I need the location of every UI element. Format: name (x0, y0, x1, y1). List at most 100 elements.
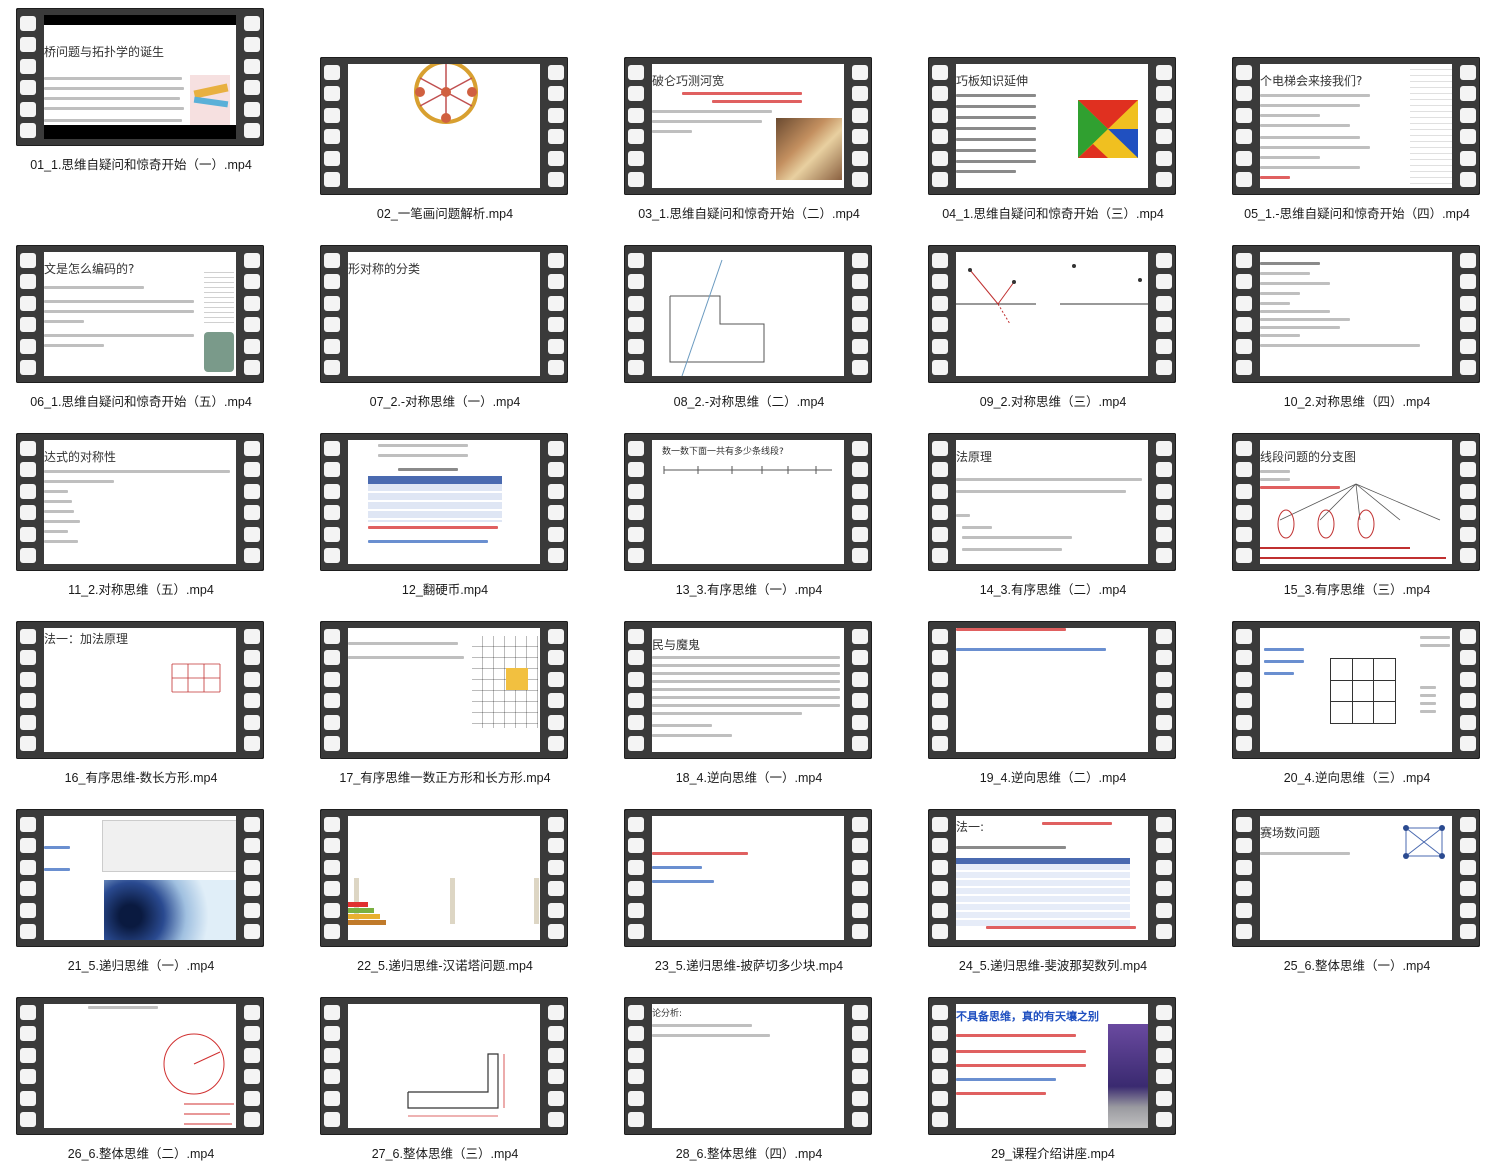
video-file-tile[interactable]: 巧板知识延伸 04_1.思维自疑问和惊奇开始（三）.mp4 (928, 57, 1178, 229)
file-name: 23_5.递归思维-披萨切多少块.mp4 (654, 959, 844, 973)
video-preview-frame (44, 1004, 236, 1128)
film-strip-thumbnail: 达式的对称性 (16, 433, 264, 571)
video-file-tile[interactable]: 法一：加法原理 16_有序思维-数长方形.mp4 (16, 621, 266, 793)
file-thumbnail-grid: 桥问题与拓扑学的诞生 01_1.思维自疑问和惊奇开始（一）.mp4 02_一笔画… (0, 0, 1499, 1175)
video-file-tile[interactable]: 法一: 24_5.递归思维-斐波那契数列.mp4 (928, 809, 1178, 981)
slide-title: 赛场数问题 (1260, 826, 1321, 840)
video-preview-frame: 赛场数问题 (1260, 816, 1452, 940)
video-preview-frame: 破仑巧测河宽 (652, 64, 844, 188)
video-file-tile[interactable]: 个电梯会来接我们? 05_1.-思维自疑问和惊奇开始（四）.mp4 (1232, 57, 1482, 229)
video-preview-frame: 文是怎么编码的? (44, 252, 236, 376)
film-strip-thumbnail: 赛场数问题 (1232, 809, 1480, 947)
slide-title: 破仑巧测河宽 (652, 74, 725, 88)
video-file-tile[interactable]: 17_有序思维一数正方形和长方形.mp4 (320, 621, 570, 793)
video-preview-frame (652, 816, 844, 940)
network-icon (1403, 825, 1445, 859)
video-file-tile[interactable]: 20_4.逆向思维（三）.mp4 (1232, 621, 1482, 793)
film-strip-thumbnail (320, 433, 568, 571)
file-name: 22_5.递归思维-汉诺塔问题.mp4 (357, 959, 533, 973)
video-file-tile[interactable]: 法原理 14_3.有序思维（二）.mp4 (928, 433, 1178, 605)
segment-line-icon (663, 466, 832, 474)
video-file-tile[interactable]: 线段问题的分支图 15_3.有序思维（三）.mp4 (1232, 433, 1482, 605)
video-file-tile[interactable]: 21_5.递归思维（一）.mp4 (16, 809, 266, 981)
slide-title: 达式的对称性 (44, 450, 117, 464)
slide-title: 不具备思维，真的有天壤之别 (956, 1010, 1099, 1023)
video-preview-frame (1260, 628, 1452, 752)
video-preview-frame: 形对称的分类 (348, 252, 540, 376)
video-preview-frame: 桥问题与拓扑学的诞生 (44, 15, 236, 139)
film-strip-thumbnail: 破仑巧测河宽 (624, 57, 872, 195)
hanoi-tower-icon (348, 878, 539, 925)
film-strip-thumbnail (928, 245, 1176, 383)
film-strip-thumbnail (320, 621, 568, 759)
film-strip-thumbnail: 民与魔鬼 (624, 621, 872, 759)
video-file-tile[interactable]: 27_6.整体思维（三）.mp4 (320, 997, 570, 1169)
film-strip-thumbnail (1232, 621, 1480, 759)
video-preview-frame: 论分析: (652, 1004, 844, 1128)
film-strip-thumbnail: 论分析: (624, 997, 872, 1135)
film-strip-thumbnail: 法一: (928, 809, 1176, 947)
film-strip-thumbnail: 巧板知识延伸 (928, 57, 1176, 195)
shape-diagram-icon (669, 259, 765, 376)
slide-title: 民与魔鬼 (652, 638, 701, 652)
video-file-tile[interactable]: 赛场数问题 25_6.整体思维（一）.mp4 (1232, 809, 1482, 981)
video-preview-frame (1260, 252, 1452, 376)
file-name: 13_3.有序思维（一）.mp4 (675, 583, 823, 597)
slide-title: 个电梯会来接我们? (1260, 74, 1363, 88)
file-name: 24_5.递归思维-斐波那契数列.mp4 (958, 959, 1148, 973)
file-name: 20_4.逆向思维（三）.mp4 (1283, 771, 1431, 785)
video-file-tile[interactable]: 23_5.递归思维-披萨切多少块.mp4 (624, 809, 874, 981)
film-strip-thumbnail (624, 245, 872, 383)
video-file-tile[interactable]: 民与魔鬼 18_4.逆向思维（一）.mp4 (624, 621, 874, 793)
slide-title: 数一数下面一共有多少条线段? (662, 447, 784, 457)
video-preview-frame (348, 628, 540, 752)
film-strip-thumbnail: 线段问题的分支图 (1232, 433, 1480, 571)
video-preview-frame (44, 816, 236, 940)
hand-drawn-sketch-icon (163, 1033, 234, 1125)
video-file-tile[interactable]: 02_一笔画问题解析.mp4 (320, 57, 570, 229)
video-file-tile[interactable]: 22_5.递归思维-汉诺塔问题.mp4 (320, 809, 570, 981)
video-file-tile[interactable]: 文是怎么编码的? 06_1.思维自疑问和惊奇开始（五）.mp4 (16, 245, 266, 417)
film-strip-thumbnail (624, 809, 872, 947)
video-preview-frame: 个电梯会来接我们? (1260, 64, 1452, 188)
file-name: 09_2.对称思维（三）.mp4 (979, 395, 1127, 409)
video-preview-frame (956, 252, 1148, 376)
perimeter-shape-icon (407, 1053, 505, 1117)
film-strip-thumbnail (1232, 245, 1480, 383)
video-preview-frame (956, 628, 1148, 752)
tangram-icon (1078, 100, 1138, 158)
slide-title: 法原理 (956, 450, 993, 464)
file-name: 11_2.对称思维（五）.mp4 (68, 583, 214, 597)
video-preview-frame: 法原理 (956, 440, 1148, 564)
video-file-tile[interactable]: 论分析: 28_6.整体思维（四）.mp4 (624, 997, 874, 1169)
reflection-diagram-icon (956, 264, 1148, 325)
film-strip-thumbnail: 个电梯会来接我们? (1232, 57, 1480, 195)
file-name: 10_2.对称思维（四）.mp4 (1283, 395, 1431, 409)
video-preview-frame (348, 816, 540, 940)
slide-title: 桥问题与拓扑学的诞生 (44, 45, 165, 59)
video-file-tile[interactable]: 桥问题与拓扑学的诞生 01_1.思维自疑问和惊奇开始（一）.mp4 (16, 8, 266, 180)
video-file-tile[interactable]: 数一数下面一共有多少条线段? 13_3.有序思维（一）.mp4 (624, 433, 874, 605)
file-name: 18_4.逆向思维（一）.mp4 (675, 771, 823, 785)
video-file-tile[interactable]: 26_6.整体思维（二）.mp4 (16, 997, 266, 1169)
slide-title: 线段问题的分支图 (1260, 450, 1357, 464)
video-file-tile[interactable]: 09_2.对称思维（三）.mp4 (928, 245, 1178, 417)
video-file-tile[interactable]: 形对称的分类 07_2.-对称思维（一）.mp4 (320, 245, 570, 417)
video-file-tile[interactable]: 10_2.对称思维（四）.mp4 (1232, 245, 1482, 417)
video-preview-frame: 数一数下面一共有多少条线段? (652, 440, 844, 564)
film-strip-thumbnail: 形对称的分类 (320, 245, 568, 383)
file-name: 15_3.有序思维（三）.mp4 (1283, 583, 1431, 597)
video-file-tile[interactable]: 08_2.-对称思维（二）.mp4 (624, 245, 874, 417)
film-strip-thumbnail (320, 809, 568, 947)
file-name: 12_翻硬币.mp4 (401, 583, 489, 597)
video-file-tile[interactable]: 12_翻硬币.mp4 (320, 433, 570, 605)
video-preview-frame: 民与魔鬼 (652, 628, 844, 752)
file-name: 19_4.逆向思维（二）.mp4 (979, 771, 1127, 785)
slide-title: 论分析: (652, 1009, 683, 1019)
video-preview-frame (348, 440, 540, 564)
video-file-tile[interactable]: 19_4.逆向思维（二）.mp4 (928, 621, 1178, 793)
video-file-tile[interactable]: 达式的对称性 11_2.对称思维（五）.mp4 (16, 433, 266, 605)
video-file-tile[interactable]: 破仑巧测河宽 03_1.思维自疑问和惊奇开始（二）.mp4 (624, 57, 874, 229)
video-file-tile[interactable]: 不具备思维，真的有天壤之别 29_课程介绍讲座.mp4 (928, 997, 1178, 1169)
file-name: 14_3.有序思维（二）.mp4 (979, 583, 1127, 597)
